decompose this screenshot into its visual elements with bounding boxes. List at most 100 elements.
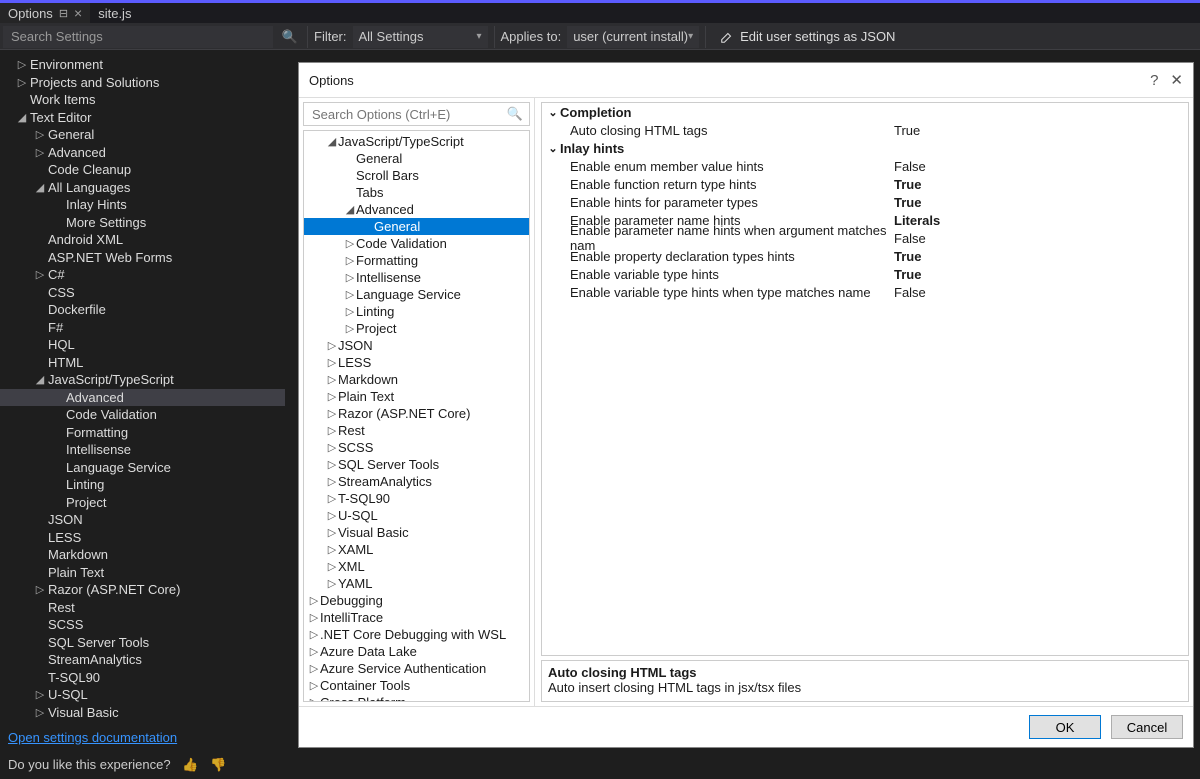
tree-item[interactable]: Rest [0,599,285,617]
tree-item[interactable]: ▷Cross Platform [304,694,529,702]
tree-item[interactable]: Dockerfile [0,301,285,319]
tree-item[interactable]: ▷Formatting [304,252,529,269]
expand-icon[interactable]: ◢ [34,373,46,386]
edit-json-link[interactable]: Edit user settings as JSON [712,29,903,44]
expand-icon[interactable]: ▷ [326,509,338,522]
search-settings-input[interactable] [3,26,273,48]
tree-item[interactable]: ▷Projects and Solutions [0,74,285,92]
tree-item[interactable]: Markdown [0,546,285,564]
tree-item[interactable]: ▷Visual Basic [0,704,285,722]
property-row[interactable]: Enable property declaration types hintsT… [542,247,1188,265]
collapse-icon[interactable]: ⌄ [546,142,560,155]
expand-icon[interactable]: ▷ [344,322,356,335]
tree-item[interactable]: ASP.NET Web Forms [0,249,285,267]
cancel-button[interactable]: Cancel [1111,715,1183,739]
property-value[interactable]: True [894,249,1184,264]
tree-item[interactable]: Inlay Hints [0,196,285,214]
tree-item[interactable]: ▷C# [0,266,285,284]
tree-item[interactable]: General [304,218,529,235]
expand-icon[interactable]: ▷ [326,475,338,488]
tree-item[interactable]: ▷LESS [304,354,529,371]
expand-icon[interactable]: ◢ [34,181,46,194]
expand-icon[interactable]: ▷ [34,146,46,159]
tree-item[interactable]: ▷General [0,126,285,144]
tree-item[interactable]: ▷Azure Service Authentication [304,660,529,677]
thumbs-up-icon[interactable]: 👍 [182,757,198,772]
filter-dropdown[interactable]: All Settings▾ [353,26,488,48]
tab-options[interactable]: Options ⊟ × [0,3,90,23]
property-value[interactable]: True [894,195,1184,210]
expand-icon[interactable]: ▷ [326,339,338,352]
tree-item[interactable]: ▷Debugging [304,592,529,609]
options-tree[interactable]: ◢JavaScript/TypeScriptGeneralScroll Bars… [303,130,530,702]
expand-icon[interactable]: ▷ [326,543,338,556]
tree-item[interactable]: ▷Azure Data Lake [304,643,529,660]
tree-item[interactable]: ▷SCSS [304,439,529,456]
tree-item[interactable]: ▷.NET Core Debugging with WSL [304,626,529,643]
expand-icon[interactable]: ▷ [344,237,356,250]
tree-item[interactable]: ◢JavaScript/TypeScript [304,133,529,150]
tree-item[interactable]: SQL Server Tools [0,634,285,652]
close-icon[interactable]: × [74,6,82,20]
property-row[interactable]: Enable variable type hints when type mat… [542,283,1188,301]
expand-icon[interactable]: ▷ [326,492,338,505]
property-value[interactable]: False [894,231,1184,246]
expand-icon[interactable]: ▷ [326,390,338,403]
expand-icon[interactable]: ▷ [308,662,320,675]
tree-item[interactable]: ▷YAML [304,575,529,592]
expand-icon[interactable]: ▷ [326,441,338,454]
tree-item[interactable]: ▷Linting [304,303,529,320]
tree-item[interactable]: ◢Advanced [304,201,529,218]
tree-item[interactable]: Project [0,494,285,512]
expand-icon[interactable]: ▷ [326,373,338,386]
expand-icon[interactable]: ▷ [326,424,338,437]
close-icon[interactable]: ✕ [1170,71,1183,89]
property-group-header[interactable]: ⌄Inlay hints [542,139,1188,157]
property-value[interactable]: True [894,177,1184,192]
tree-item[interactable]: ▷Container Tools [304,677,529,694]
tree-item[interactable]: ▷U-SQL [304,507,529,524]
tree-item[interactable]: ◢Text Editor [0,109,285,127]
tree-item[interactable]: ◢JavaScript/TypeScript [0,371,285,389]
tree-item[interactable]: Linting [0,476,285,494]
tree-item[interactable]: ▷JSON [304,337,529,354]
tree-item[interactable]: ▷Intellisense [304,269,529,286]
property-row[interactable]: Enable function return type hintsTrue [542,175,1188,193]
expand-icon[interactable]: ▷ [34,706,46,719]
expand-icon[interactable]: ▷ [326,356,338,369]
tree-item[interactable]: ▷Project [304,320,529,337]
thumbs-down-icon[interactable]: 👎 [210,757,226,772]
tree-item[interactable]: Plain Text [0,564,285,582]
property-value[interactable]: Literals [894,213,1184,228]
tree-item[interactable]: Formatting [0,424,285,442]
expand-icon[interactable]: ◢ [344,203,356,216]
property-value[interactable]: True [894,267,1184,282]
expand-icon[interactable]: ▷ [308,645,320,658]
tree-item[interactable]: ▷Razor (ASP.NET Core) [304,405,529,422]
tree-item[interactable]: Code Validation [0,406,285,424]
property-group-header[interactable]: ⌄Completion [542,103,1188,121]
expand-icon[interactable]: ▷ [34,268,46,281]
search-icon[interactable]: 🔍 [507,106,523,122]
property-value[interactable]: False [894,159,1184,174]
expand-icon[interactable]: ◢ [16,111,28,124]
tree-item[interactable]: CSS [0,284,285,302]
tree-item[interactable]: ▷Rest [304,422,529,439]
expand-icon[interactable]: ▷ [326,560,338,573]
property-row[interactable]: Enable variable type hintsTrue [542,265,1188,283]
tree-item[interactable]: JSON [0,511,285,529]
expand-icon[interactable]: ▷ [308,611,320,624]
options-search[interactable]: 🔍 [303,102,530,126]
tree-item[interactable]: Android XML [0,231,285,249]
tree-item[interactable]: HQL [0,336,285,354]
tree-item[interactable]: SCSS [0,616,285,634]
tree-item[interactable]: Advanced [0,389,285,407]
property-row[interactable]: Auto closing HTML tagsTrue [542,121,1188,139]
expand-icon[interactable]: ▷ [34,128,46,141]
tree-item[interactable]: HTML [0,354,285,372]
tree-item[interactable]: F# [0,319,285,337]
tree-item[interactable]: Work Items [0,91,285,109]
expand-icon[interactable]: ▷ [326,458,338,471]
tree-item[interactable]: ▷Visual Basic [304,524,529,541]
tree-item[interactable]: Code Cleanup [0,161,285,179]
